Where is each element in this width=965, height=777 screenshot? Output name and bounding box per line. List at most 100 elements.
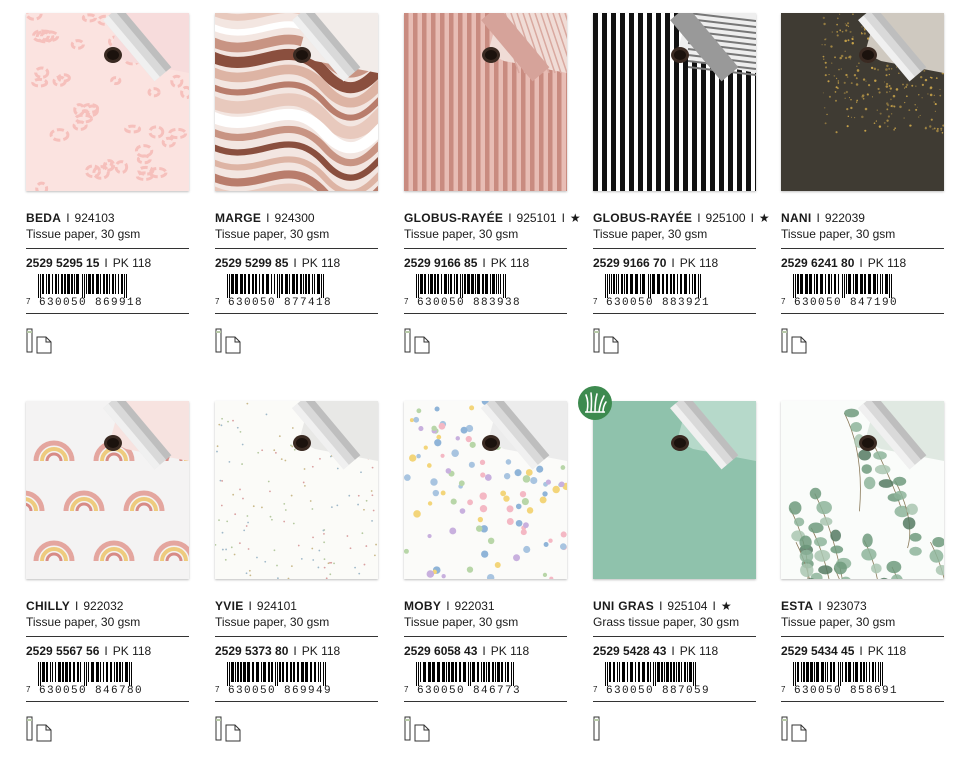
divider <box>26 248 189 249</box>
barcode-icon: 7 630050 883921 <box>593 273 756 309</box>
article-number: 925100 <box>705 211 746 225</box>
divider <box>593 248 756 249</box>
product-description: Tissue paper, 30 gsm <box>215 615 330 629</box>
barcode-icon: 7 630050 847190 <box>781 273 944 309</box>
divider <box>593 701 756 702</box>
divider <box>404 313 567 314</box>
star-icon: ★ <box>758 211 770 225</box>
product-description: Tissue paper, 30 gsm <box>593 227 708 241</box>
star-icon: ★ <box>720 599 732 613</box>
pack-size: PK 118 <box>112 644 152 658</box>
barcode-icon: 7 630050 846780 <box>26 661 189 697</box>
article-number: 925101 <box>516 211 557 225</box>
article-number: 923073 <box>826 599 867 613</box>
order-code: 2529 5428 43 <box>593 644 667 658</box>
product-swatch-image <box>26 13 189 191</box>
divider <box>593 636 756 637</box>
article-number: 924300 <box>274 211 315 225</box>
product-card[interactable]: ESTA I 923073 Tissue paper, 30 gsm 2529 54… <box>781 401 944 742</box>
product-swatch-image <box>781 13 944 191</box>
product-card[interactable]: CHILLY I 922032 Tissue paper, 30 gsm 2529 … <box>26 401 189 742</box>
article-number: 922031 <box>454 599 495 613</box>
separator: I <box>266 211 270 225</box>
pack-size: PK 118 <box>679 644 719 658</box>
product-description: Tissue paper, 30 gsm <box>781 615 896 629</box>
article-number: 925104 <box>667 599 708 613</box>
divider <box>215 701 378 702</box>
separator: I <box>75 599 79 613</box>
divider <box>215 313 378 314</box>
separator: I <box>508 211 512 225</box>
separator: I <box>446 599 450 613</box>
product-description: Tissue paper, 30 gsm <box>215 227 330 241</box>
divider <box>26 701 189 702</box>
product-card[interactable]: MOBY I 922031 Tissue paper, 30 gsm 2529 60… <box>404 401 567 742</box>
divider <box>26 313 189 314</box>
separator: I <box>697 211 701 225</box>
separator: I <box>816 211 820 225</box>
order-code: 2529 5567 56 <box>26 644 100 658</box>
product-card[interactable]: BEDA I 924103 Tissue paper, 30 gsm 2529 52… <box>26 13 189 354</box>
product-card[interactable]: NANI I 922039 Tissue paper, 30 gsm 2529 62… <box>781 13 944 354</box>
product-description: Tissue paper, 30 gsm <box>404 615 519 629</box>
product-swatch-image <box>26 401 189 579</box>
article-number: 924103 <box>74 211 115 225</box>
order-code: 2529 5295 15 <box>26 256 100 270</box>
product-description: Tissue paper, 30 gsm <box>26 615 141 629</box>
ean-digits: 630050 847190 <box>794 297 899 309</box>
product-card[interactable]: UNI GRAS I 925104 I ★ Grass tissue paper, 30… <box>593 401 756 742</box>
product-card[interactable]: GLOBUS-RAYÉE I 925100 I ★ Tissue paper, 30 g… <box>593 13 770 354</box>
product-swatch-image <box>404 401 567 579</box>
divider <box>781 636 944 637</box>
divider <box>593 313 756 314</box>
product-card[interactable]: MARGE I 924300 Tissue paper, 30 gsm 2529 5… <box>215 13 378 354</box>
divider <box>404 248 567 249</box>
product-swatch-image <box>781 401 944 579</box>
ean-digits: 630050 858691 <box>794 685 899 697</box>
ean-digits: 630050 846780 <box>39 685 144 697</box>
pack-size: PK 118 <box>112 256 152 270</box>
barcode-icon: 7 630050 869949 <box>215 661 378 697</box>
ean-lead-digit: 7 <box>215 685 220 694</box>
product-card[interactable]: YVIE I 924101 Tissue paper, 30 gsm 2529 53… <box>215 401 378 742</box>
product-name: YVIE <box>215 599 244 613</box>
article-number: 922039 <box>824 211 865 225</box>
ean-lead-digit: 7 <box>781 297 786 306</box>
divider <box>781 701 944 702</box>
product-name: CHILLY <box>26 599 71 613</box>
product-description: Tissue paper, 30 gsm <box>404 227 519 241</box>
product-description: Tissue paper, 30 gsm <box>26 227 141 241</box>
ean-digits: 630050 869949 <box>228 685 333 697</box>
barcode-icon: 7 630050 858691 <box>781 661 944 697</box>
product-name: BEDA <box>26 211 62 225</box>
separator: I <box>66 211 70 225</box>
product-name: MOBY <box>404 599 442 613</box>
product-swatch-image <box>215 401 378 579</box>
star-icon: ★ <box>569 211 581 225</box>
ean-lead-digit: 7 <box>404 685 409 694</box>
ean-digits: 630050 887059 <box>606 685 711 697</box>
order-code: 2529 5299 85 <box>215 256 289 270</box>
grass-badge-icon <box>578 386 612 420</box>
ean-lead-digit: 7 <box>781 685 786 694</box>
barcode-icon: 7 630050 883938 <box>404 273 567 309</box>
barcode-icon: 7 630050 877418 <box>215 273 378 309</box>
order-code: 2529 5373 80 <box>215 644 289 658</box>
ean-digits: 630050 883921 <box>606 297 711 309</box>
divider <box>215 636 378 637</box>
product-name: UNI GRAS <box>593 599 655 613</box>
divider <box>404 701 567 702</box>
divider <box>26 636 189 637</box>
barcode-icon: 7 630050 869918 <box>26 273 189 309</box>
order-code: 2529 6058 43 <box>404 644 478 658</box>
product-card[interactable]: GLOBUS-RAYÉE I 925101 I ★ Tissue paper, 30 g… <box>404 13 581 354</box>
ean-lead-digit: 7 <box>26 297 31 306</box>
product-swatch-image <box>593 13 756 191</box>
pack-size: PK 118 <box>490 256 530 270</box>
order-code: 2529 5434 45 <box>781 644 855 658</box>
product-name: NANI <box>781 211 812 225</box>
ean-lead-digit: 7 <box>26 685 31 694</box>
divider <box>404 636 567 637</box>
ean-lead-digit: 7 <box>215 297 220 306</box>
product-swatch-image <box>404 13 567 191</box>
